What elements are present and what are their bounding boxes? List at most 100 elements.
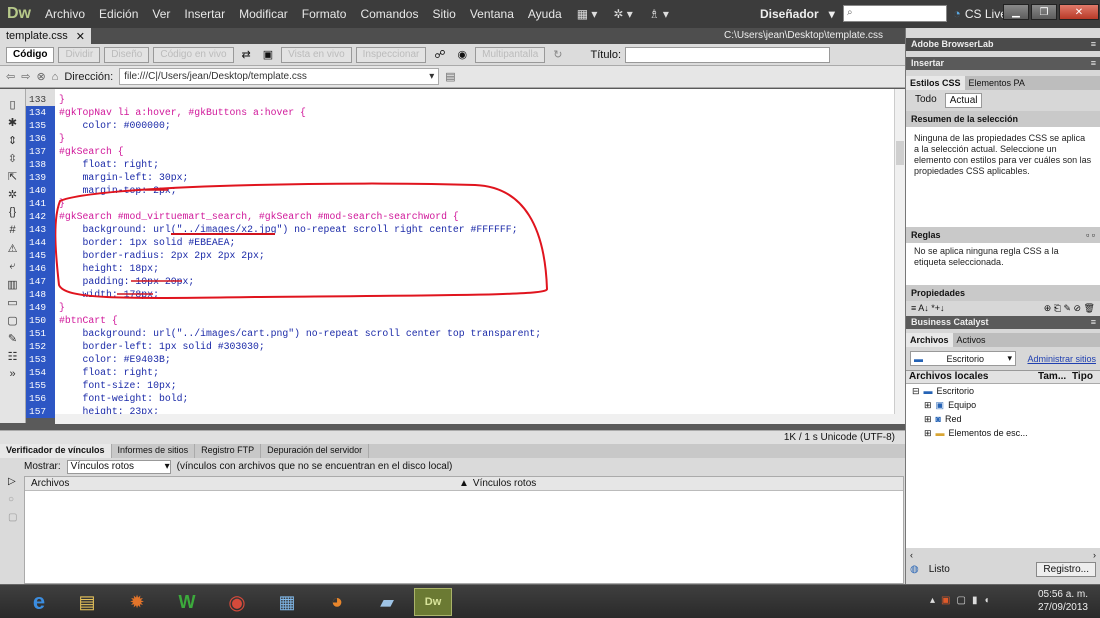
menu-comandos[interactable]: Comandos xyxy=(353,7,425,21)
firefox-icon[interactable]: ◕ xyxy=(318,588,356,616)
explorer-icon[interactable]: ▤ xyxy=(68,588,106,616)
tree-row-network[interactable]: ⊞ ◙ Red xyxy=(906,412,1100,426)
tree-row-computer[interactable]: ⊞ ▣ Equipo xyxy=(906,398,1100,412)
code-vertical-scrollbar[interactable] xyxy=(894,89,905,414)
split-view-button[interactable]: Dividir xyxy=(58,46,101,63)
menu-ventana[interactable]: Ventana xyxy=(463,7,521,21)
insert-panel-header[interactable]: Insertar xyxy=(906,57,1100,70)
menu-modificar[interactable]: Modificar xyxy=(232,7,295,21)
code-editor[interactable]: } #gkTopNav li a:hover, #gkButtons a:hove… xyxy=(55,89,894,414)
live-code-button[interactable]: Código en vivo xyxy=(153,46,234,63)
code-horizontal-scrollbar[interactable] xyxy=(55,414,905,424)
tab-files[interactable]: Archivos xyxy=(906,333,953,347)
close-tab-icon[interactable]: ✕ xyxy=(76,30,85,43)
code-view-button[interactable]: Código xyxy=(6,46,55,63)
title-input[interactable] xyxy=(625,46,831,63)
stop-check-icon[interactable]: ○ xyxy=(8,494,14,505)
remove-comment-icon[interactable]: ▢ xyxy=(5,313,21,327)
cs-live-button[interactable]: ◔ CS Live xyxy=(953,6,1007,21)
tab-assets[interactable]: Activos xyxy=(953,335,990,345)
recent-snippets-icon[interactable]: ☷ xyxy=(5,349,21,363)
ie-icon[interactable]: e xyxy=(20,588,58,616)
line-numbers-icon[interactable]: # xyxy=(5,223,21,237)
col-type[interactable]: Tipo xyxy=(1072,371,1093,383)
help-search-input[interactable]: ⌕ xyxy=(843,5,947,22)
col-size[interactable]: Tam... xyxy=(1038,371,1072,383)
menu-ayuda[interactable]: Ayuda xyxy=(521,7,569,21)
home-icon[interactable]: ⌂ xyxy=(52,71,59,83)
tray-signal-icon[interactable]: ▮ xyxy=(972,595,978,606)
tab-ftp-log[interactable]: Registro FTP xyxy=(195,444,262,458)
apply-comment-icon[interactable]: ▭ xyxy=(5,295,21,309)
layout-menu-icon[interactable]: ▦ ▾ xyxy=(569,7,606,21)
expand-icon[interactable]: ⊞ xyxy=(924,414,932,425)
notes-icon[interactable]: ▰ xyxy=(368,588,406,616)
close-button[interactable]: ✕ xyxy=(1059,4,1099,20)
minimize-button[interactable]: ▁ xyxy=(1003,4,1029,20)
tray-shield-icon[interactable]: ▣ xyxy=(941,595,950,606)
menu-formato[interactable]: Formato xyxy=(295,7,354,21)
collapse-tag-icon[interactable]: ⇕ xyxy=(5,133,21,147)
word-icon[interactable]: W xyxy=(168,588,206,616)
show-select[interactable]: Vínculos rotos ▾ xyxy=(66,459,171,474)
wrap-tag-icon[interactable]: ✎ xyxy=(5,331,21,345)
refresh-icon[interactable]: ↻ xyxy=(549,48,566,61)
expand-all-icon[interactable]: ⇱ xyxy=(5,169,21,183)
document-tab[interactable]: template.css ✕ xyxy=(0,28,91,44)
manage-sites-link[interactable]: Administrar sitios xyxy=(1027,354,1096,364)
business-catalyst-header[interactable]: Business Catalyst xyxy=(906,316,1100,329)
tab-site-reports[interactable]: Informes de sitios xyxy=(112,444,196,458)
menu-insertar[interactable]: Insertar xyxy=(177,7,232,21)
rules-view-icons[interactable]: ▫ ▫ xyxy=(1086,230,1095,240)
workspace-switcher[interactable]: Diseñador ▾ xyxy=(760,5,835,23)
tab-current[interactable]: Actual xyxy=(944,93,983,108)
tab-server-debug[interactable]: Depuración del servidor xyxy=(261,444,370,458)
show-code-navigator-icon[interactable]: ✱ xyxy=(5,115,21,129)
collapse-icon[interactable]: ⊟ xyxy=(912,386,920,397)
inspect-button[interactable]: Inspeccionar xyxy=(355,46,427,63)
save-report-icon[interactable]: ▢ xyxy=(8,512,17,523)
select-parent-tag-icon[interactable]: ✲ xyxy=(5,187,21,201)
control-panel-icon[interactable]: ▦ xyxy=(268,588,306,616)
tray-arrow-icon[interactable]: ▴ xyxy=(930,595,935,606)
globe-icon[interactable]: ◉ xyxy=(454,48,472,61)
tree-row-desktop-items[interactable]: ⊞ ▬ Elementos de esc... xyxy=(906,426,1100,440)
stop-icon[interactable]: ⊗ xyxy=(36,70,45,83)
more-tools-icon[interactable]: » xyxy=(5,367,21,381)
restore-button[interactable]: ❐ xyxy=(1031,4,1057,20)
forward-icon[interactable]: ⇨ xyxy=(21,70,30,83)
design-view-button[interactable]: Diseño xyxy=(104,46,150,63)
menu-sitio[interactable]: Sitio xyxy=(425,7,462,21)
multiscreen-button[interactable]: Multipantalla xyxy=(475,46,546,63)
tree-row-desktop[interactable]: ⊟ ▬ Escritorio xyxy=(906,384,1100,398)
browserlab-panel-header[interactable]: Adobe BrowserLab xyxy=(906,38,1100,51)
extend-gear-icon[interactable]: ✲ ▾ xyxy=(605,7,640,21)
word-wrap-icon[interactable]: ⤶ xyxy=(5,259,21,273)
balance-braces-icon[interactable]: {} xyxy=(5,205,21,219)
chrome-icon[interactable]: ◉ xyxy=(218,588,256,616)
collapse-selection-icon[interactable]: ⇳ xyxy=(5,151,21,165)
property-action-icons[interactable]: ⊕ ⎗ ✎ ⊘ 🗑 xyxy=(1044,303,1095,314)
syntax-error-icon[interactable]: ▥ xyxy=(5,277,21,291)
menu-archivo[interactable]: Archivo xyxy=(38,7,92,21)
scrollbar-thumb[interactable] xyxy=(896,141,904,165)
live-view-button[interactable]: Vista en vivo xyxy=(281,46,352,63)
col-broken-links[interactable]: Vínculos rotos xyxy=(473,478,536,489)
system-clock[interactable]: 05:56 a. m. 27/09/2013 xyxy=(1038,588,1088,614)
scroll-right-icon[interactable]: › xyxy=(1093,550,1096,560)
app-orange-icon[interactable]: ✹ xyxy=(118,588,156,616)
open-documents-icon[interactable]: ▯ xyxy=(5,97,21,111)
menu-edicion[interactable]: Edición xyxy=(92,7,145,21)
files-hscroll[interactable]: ‹ › xyxy=(906,550,1100,560)
address-input[interactable]: file:///C|/Users/jean/Desktop/template.c… xyxy=(119,68,440,85)
tab-all[interactable]: Todo xyxy=(911,93,941,108)
tray-monitor-icon[interactable]: ▢ xyxy=(956,595,965,606)
back-icon[interactable]: ⇦ xyxy=(6,70,15,83)
browser-check-icon[interactable]: ☍ xyxy=(430,48,449,61)
tab-ap-elements[interactable]: Elementos PA xyxy=(965,78,1029,88)
log-button[interactable]: Registro... xyxy=(1036,562,1096,577)
expand-icon[interactable]: ⊞ xyxy=(924,400,932,411)
col-local-files[interactable]: Archivos locales xyxy=(906,371,1038,383)
category-view-icon[interactable]: ≡ A↓ *+↓ xyxy=(911,303,945,314)
tab-link-checker[interactable]: Verificador de vínculos xyxy=(0,444,112,458)
